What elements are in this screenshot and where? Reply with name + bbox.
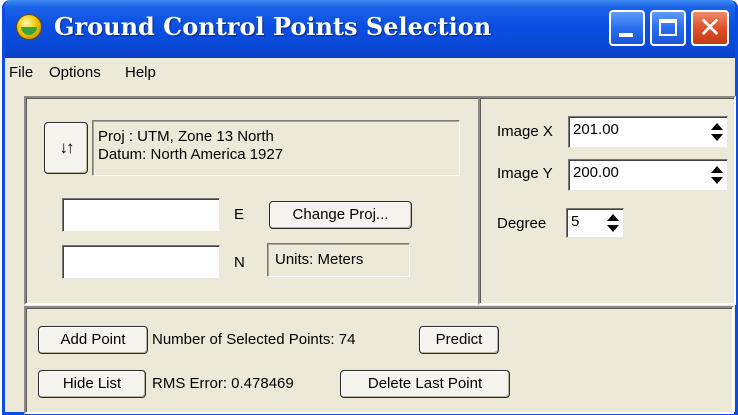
change-proj-button[interactable]: Change Proj... — [269, 201, 412, 229]
menu-bar: File Options Help — [5, 58, 735, 88]
close-icon: ✕ — [698, 11, 722, 44]
image-x-spinner[interactable]: 201.00 — [568, 116, 728, 148]
degree-spinner[interactable]: 5 — [566, 208, 624, 238]
window-title: Ground Control Points Selection — [54, 12, 492, 41]
title-bar[interactable]: Ground Control Points Selection ✕ — [5, 0, 735, 58]
hide-list-button[interactable]: Hide List — [38, 370, 146, 398]
datum-line: Datum: North America 1927 — [98, 146, 284, 163]
degree-label: Degree — [497, 215, 547, 232]
image-x-label: Image X — [497, 123, 553, 140]
degree-value: 5 — [571, 213, 580, 230]
rms-error-text: RMS Error: 0.478469 — [152, 375, 294, 392]
add-point-button[interactable]: Add Point — [38, 326, 148, 354]
projection-line: Proj : UTM, Zone 13 North — [98, 128, 274, 145]
easting-label: E — [234, 206, 245, 223]
swap-arrows-icon: ↓↑ — [59, 138, 75, 157]
delete-last-point-button[interactable]: Delete Last Point — [340, 370, 510, 398]
northing-label: N — [234, 254, 245, 271]
image-y-value: 200.00 — [573, 164, 619, 181]
spinner-arrows-icon[interactable] — [607, 214, 619, 232]
selected-points-count: Number of Selected Points: 74 — [152, 331, 356, 348]
northing-input[interactable] — [62, 245, 220, 279]
image-x-value: 201.00 — [573, 121, 619, 138]
minimize-icon — [619, 33, 633, 37]
spinner-arrows-icon[interactable] — [711, 123, 723, 141]
easting-input[interactable] — [62, 198, 220, 232]
minimize-button[interactable] — [609, 10, 645, 46]
maximize-button[interactable] — [650, 10, 686, 46]
menu-help[interactable]: Help — [125, 64, 156, 81]
spinner-arrows-icon[interactable] — [711, 166, 723, 184]
units-display: Units: Meters — [267, 243, 410, 277]
maximize-icon — [659, 19, 677, 36]
menu-file[interactable]: File — [9, 64, 33, 81]
predict-button[interactable]: Predict — [419, 326, 499, 354]
globe-icon — [16, 14, 42, 40]
menu-options[interactable]: Options — [49, 64, 101, 81]
close-button[interactable]: ✕ — [691, 10, 729, 46]
projection-info: Proj : UTM, Zone 13 North Datum: North A… — [92, 120, 460, 176]
image-y-spinner[interactable]: 200.00 — [568, 159, 728, 191]
swap-coordinates-button[interactable]: ↓↑ — [44, 122, 88, 174]
image-y-label: Image Y — [497, 165, 553, 182]
